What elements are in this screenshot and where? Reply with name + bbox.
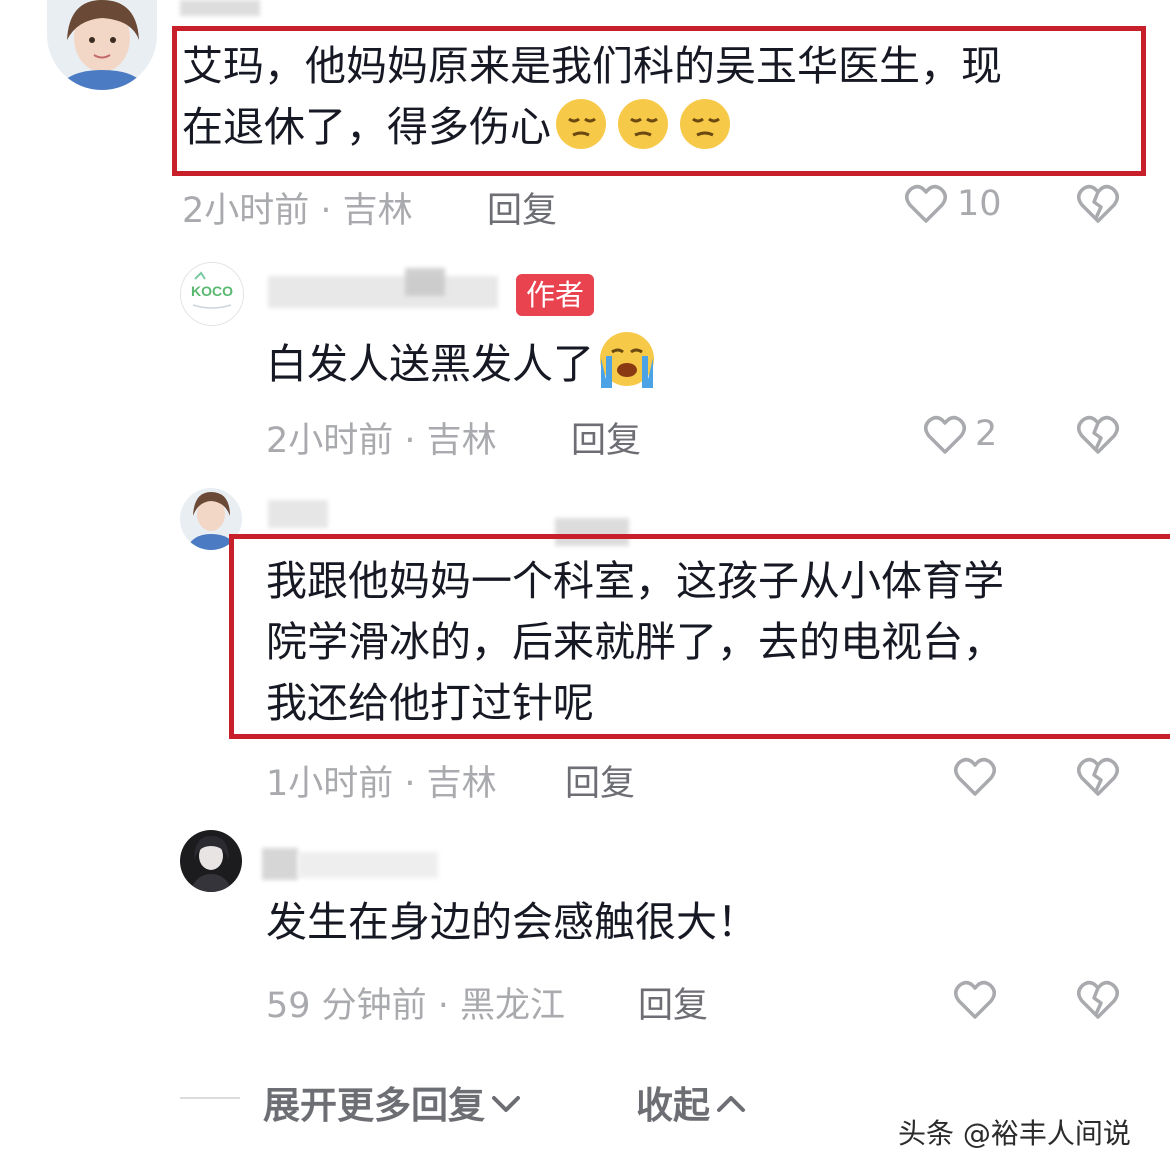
koco-logo-text: KOCO (191, 283, 233, 299)
chevron-up-icon (716, 1080, 746, 1123)
heart-icon[interactable] (905, 184, 947, 228)
blurred-username (262, 848, 298, 880)
chevron-down-icon (491, 1080, 521, 1123)
heart-icon[interactable] (954, 757, 996, 801)
reply-button[interactable]: 回复 (487, 182, 557, 233)
blurred-username (405, 268, 445, 296)
collapse-button[interactable]: 收起 (636, 1075, 746, 1129)
avatar[interactable] (180, 830, 242, 892)
comment-time-location: 2小时前 · 吉林 (182, 191, 413, 231)
comment-text-line: 我还给他打过针呢 (266, 679, 594, 727)
comment-text-line: 我跟他妈妈一个科室，这孩子从小体育学 (266, 557, 1004, 605)
comment-text-line: 艾玛，他妈妈原来是我们科的吴玉华医生，现 (182, 42, 1002, 90)
comment-time-location: 59 分钟前 · 黑龙江 (266, 986, 566, 1026)
author-badge: 作者 (516, 274, 595, 316)
pensive-face-icon (555, 97, 735, 168)
broken-heart-icon[interactable] (1077, 980, 1119, 1024)
watermark: 头条 @裕丰人间说 (898, 1117, 1131, 1150)
comment-text-line: 院学滑冰的，后来就胖了，去的电视台， (266, 618, 1004, 666)
broken-heart-icon[interactable] (1077, 757, 1119, 801)
heart-icon[interactable] (954, 980, 996, 1024)
comment-time-location: 1小时前 · 吉林 (266, 764, 497, 804)
blurred-username (298, 852, 438, 878)
reply-button[interactable]: 回复 (638, 977, 708, 1028)
comment-text: 发生在身边的会感触很大！ (266, 898, 758, 946)
comment-text: 白发人送黑发人了 (266, 330, 656, 405)
blurred-username (268, 276, 498, 308)
comment-time-location: 2小时前 · 吉林 (266, 421, 497, 461)
reply-button[interactable]: 回复 (565, 755, 635, 806)
broken-heart-icon[interactable] (1077, 415, 1119, 459)
avatar[interactable] (47, 0, 157, 90)
expand-more-replies-button[interactable]: 展开更多回复 (263, 1075, 521, 1129)
comment-text-line: 在退休了，得多伤心 (182, 97, 735, 168)
blurred-username (268, 500, 328, 528)
reply-button[interactable]: 回复 (571, 412, 641, 463)
like-count: 10 (957, 184, 1002, 224)
heart-icon[interactable] (924, 415, 966, 459)
like-count: 2 (975, 414, 998, 454)
divider (180, 1097, 240, 1099)
broken-heart-icon[interactable] (1077, 184, 1119, 228)
blurred-username (180, 0, 260, 16)
avatar[interactable]: KOCO (180, 262, 244, 326)
crying-face-icon (598, 330, 656, 405)
